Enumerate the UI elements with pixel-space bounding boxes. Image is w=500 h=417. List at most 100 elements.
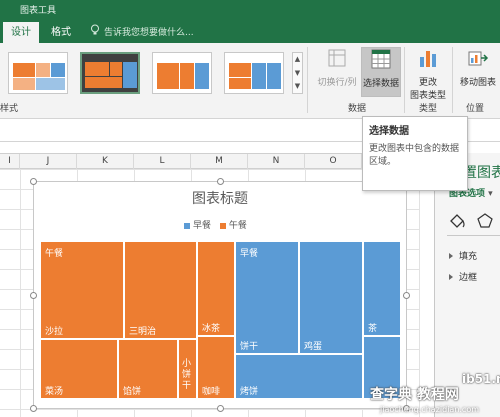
tab-design[interactable]: 设计 [3,22,39,43]
treemap-tile-label: 烤饼 [240,387,259,397]
ribbon-panel: ▲ ▼ ▼ 样式 切换行/列 选择数据 数据 更改 图表类型 类型 移动图表 位… [0,43,500,119]
resize-handle[interactable] [403,292,410,299]
select-data-button[interactable]: 选择数据 [361,47,401,97]
expand-arrow-icon [449,274,453,280]
group-divider [307,47,308,113]
column-header[interactable]: N [248,154,305,169]
treemap-tile[interactable]: 冰茶 [197,241,235,336]
column-headers: I J K L M N O [0,153,420,169]
tooltip-title: 选择数据 [369,126,409,137]
legend-item-breakfast: 早餐 [184,221,214,231]
column-header[interactable]: J [20,154,77,169]
border-section-label: 边框 [459,273,478,283]
pane-icon-row [450,213,493,228]
location-group-label: 位置 [466,104,485,114]
treemap-tile-label: 菜汤 [45,387,64,397]
expand-arrow-icon [449,253,453,259]
treemap-tile[interactable]: 咖啡 [197,336,235,399]
data-group-label: 数据 [348,104,367,114]
chart-style-thumbnail[interactable] [224,52,284,94]
group-divider [452,47,453,113]
resize-handle[interactable] [217,178,224,185]
treemap-tile[interactable]: 菜汤 [40,339,118,399]
treemap-tile[interactable]: 烤饼 [235,354,363,399]
treemap-tile-label: 小饼干 [182,359,192,391]
chart-legend[interactable]: 早餐 午餐 [184,218,253,231]
styles-group-label: 样式 [0,104,19,114]
treemap-tile[interactable]: 三明治 [124,241,197,339]
move-chart-label: 移动图表 [459,78,496,88]
gallery-more-icon[interactable]: ▼ [294,81,301,91]
tooltip-description: 更改图表中包含的数据区域。 [369,144,460,167]
select-data-icon [371,49,391,69]
tab-format[interactable]: 格式 [46,22,76,43]
treemap-tile[interactable]: 午餐 沙拉 [40,241,124,339]
watermark-bottom: jiaocheng.chazidian.com [380,405,480,414]
type-group-label: 类型 [419,104,438,114]
chart-style-thumbnail[interactable] [152,52,212,94]
border-section[interactable]: 边框 [449,270,477,283]
treemap-tile-label: 鸡蛋 [304,342,323,352]
change-chart-type-label-2: 图表类型 [409,91,446,101]
treemap-tile-label: 饼干 [240,342,259,352]
resize-handle[interactable] [30,405,37,412]
scroll-up-icon[interactable]: ▲ [294,54,301,64]
column-header[interactable]: O [305,154,362,169]
treemap-tile[interactable]: 早餐 饼干 [235,241,299,354]
fill-section-label: 填充 [459,252,478,262]
title-bar: 图表工具 [0,0,500,19]
chart-tools-label: 图表工具 [20,6,57,16]
change-chart-type-icon [420,51,436,67]
lightbulb-icon [91,24,99,35]
pentagon-effects-icon[interactable] [477,213,493,228]
tell-me-search[interactable]: 告诉我您想要做什么... [104,25,194,38]
chart-title[interactable]: 图表标题 [34,188,406,208]
switch-row-column-button[interactable]: 切换行/列 [313,47,361,97]
pane-divider [447,235,500,236]
treemap-chart[interactable]: 图表标题 早餐 午餐 午餐 沙拉 三明治 冰茶 菜汤 馅饼 小饼干 咖啡 早餐 … [33,181,407,409]
watermark-middle: 查字典 教程网 [370,387,459,403]
column-header[interactable]: L [134,154,191,169]
resize-handle[interactable] [30,292,37,299]
select-data-tooltip: 选择数据 更改图表中包含的数据区域。 [362,116,468,191]
legend-label-breakfast: 早餐 [193,221,212,231]
watermark-top: ib51.net [462,372,500,386]
legend-swatch-breakfast [184,222,190,229]
resize-handle[interactable] [30,178,37,185]
site-watermark: ib51.net 查字典 教程网 jiaocheng.chazidian.com [360,372,500,417]
resize-handle[interactable] [217,405,224,412]
change-chart-type-button[interactable]: 更改 图表类型 [408,47,448,101]
treemap-tile[interactable]: 馅饼 [118,339,178,399]
fill-section[interactable]: 填充 [449,249,477,262]
treemap-group-label: 午餐 [45,249,64,259]
treemap-tile-label: 馅饼 [123,387,142,397]
ribbon-tabs: 设计 格式 告诉我您想要做什么... [0,19,500,43]
change-chart-type-label-1: 更改 [418,78,437,88]
switch-row-column-icon [328,49,346,67]
move-chart-button[interactable]: 移动图表 [456,47,500,97]
fill-bucket-icon[interactable] [450,214,465,228]
group-divider [404,47,405,113]
treemap-tile[interactable]: 鸡蛋 [299,241,363,354]
scroll-down-icon[interactable]: ▼ [294,68,301,78]
move-chart-icon [468,51,489,66]
treemap-tile-label: 咖啡 [202,387,221,397]
column-header[interactable]: M [191,154,248,169]
gallery-scrollbar[interactable]: ▲ ▼ ▼ [292,52,303,94]
treemap-tile-label: 沙拉 [45,327,64,337]
column-header[interactable]: I [0,154,20,169]
treemap-tile-label: 三明治 [129,327,157,337]
treemap-tile-label: 茶 [368,324,378,334]
chevron-down-icon: ▾ [488,189,493,199]
column-header[interactable]: K [77,154,134,169]
treemap-tile-label: 冰茶 [202,324,221,334]
chart-style-thumbnail-selected[interactable] [80,52,140,94]
treemap-group-label: 早餐 [240,249,259,259]
select-data-label: 选择数据 [362,79,399,89]
legend-label-lunch: 午餐 [228,221,247,231]
treemap-tile[interactable]: 小饼干 [178,339,197,399]
switch-row-column-label: 切换行/列 [317,78,357,88]
legend-swatch-lunch [219,222,226,229]
chart-style-thumbnail[interactable] [8,52,68,94]
treemap-tile[interactable]: 茶 [363,241,401,336]
